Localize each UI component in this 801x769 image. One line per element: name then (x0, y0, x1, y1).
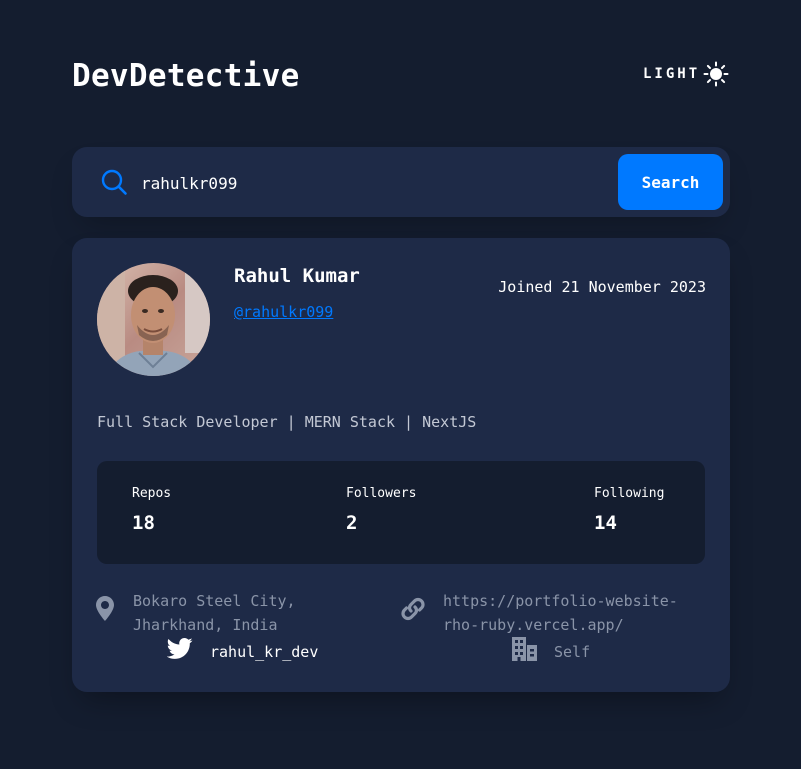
building-icon (512, 637, 537, 661)
user-bio: Full Stack Developer | MERN Stack | Next… (97, 413, 477, 431)
website-line-2: rho-ruby.vercel.app/ (443, 616, 624, 634)
search-button[interactable]: Search (618, 154, 723, 210)
twitter-icon (167, 638, 193, 659)
location-line-1: Bokaro Steel City, (133, 592, 296, 610)
stat-followers: Followers 2 (346, 486, 416, 534)
user-handle-link[interactable]: @rahulkr099 (234, 303, 333, 321)
stat-repos: Repos 18 (132, 486, 171, 534)
join-date: Joined 21 November 2023 (498, 278, 706, 296)
sun-icon (703, 61, 729, 87)
theme-toggle-label: LIGHT (643, 66, 701, 82)
location-pin-icon (96, 596, 114, 621)
stats-box: Repos 18 Followers 2 Following 14 (97, 461, 705, 564)
theme-toggle[interactable]: LIGHT (643, 61, 729, 87)
user-name: Rahul Kumar (234, 265, 360, 287)
location-text: Bokaro Steel City, Jharkhand, India (133, 589, 296, 637)
company-text: Self (554, 643, 591, 661)
app-title: DevDetective (72, 58, 300, 94)
search-input[interactable] (141, 168, 601, 198)
avatar (97, 263, 210, 376)
website-line-1: https://portfolio-website- (443, 592, 678, 610)
stat-following-value: 14 (594, 512, 617, 534)
search-icon (101, 169, 127, 195)
website-link[interactable]: https://portfolio-website- rho-ruby.verc… (443, 589, 678, 637)
link-icon (401, 597, 425, 621)
stat-repos-label: Repos (132, 486, 172, 501)
stat-followers-value: 2 (346, 512, 358, 534)
stat-following-label: Following (594, 486, 665, 501)
location-line-2: Jharkhand, India (133, 616, 278, 634)
stat-following: Following 14 (594, 486, 664, 534)
stat-followers-label: Followers (346, 486, 417, 501)
twitter-handle[interactable]: rahul_kr_dev (210, 640, 318, 664)
stat-repos-value: 18 (132, 512, 155, 534)
